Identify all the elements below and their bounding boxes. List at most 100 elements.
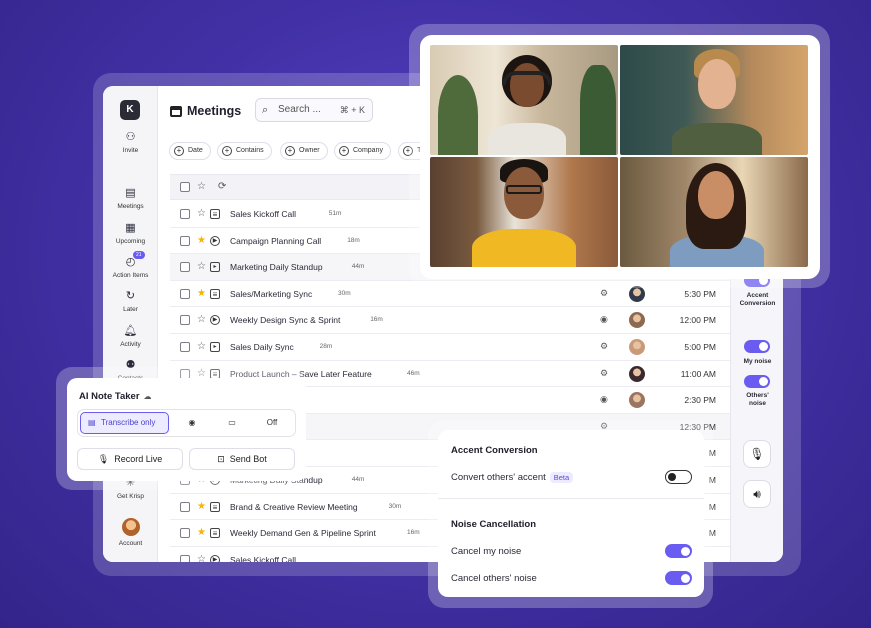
others-noise-toggle[interactable] — [744, 375, 770, 388]
participant-video-tile[interactable] — [430, 45, 618, 155]
video-option[interactable]: ▭ — [214, 412, 250, 434]
row-checkbox[interactable] — [180, 342, 190, 352]
microphone-button[interactable]: 🎙︎ — [743, 440, 771, 468]
star-icon[interactable]: ☆ — [197, 182, 206, 192]
meeting-time: 11:00 AM — [680, 368, 716, 379]
select-all-checkbox[interactable] — [180, 182, 190, 192]
option-label: Transcribe only — [101, 418, 156, 427]
star-icon[interactable]: ★ — [197, 235, 206, 246]
star-icon[interactable]: ★ — [197, 288, 206, 299]
row-checkbox[interactable] — [180, 501, 190, 512]
meeting-title[interactable]: Sales Daily Sync — [230, 342, 294, 352]
speaker-button[interactable]: 🔊︎ — [743, 480, 771, 508]
sidebar-item-label: Get Krisp — [116, 493, 145, 500]
star-icon[interactable]: ☆ — [197, 315, 206, 325]
cancel-my-noise-toggle[interactable] — [665, 544, 692, 558]
sidebar-item-label: Action Items — [112, 272, 149, 279]
refresh-icon[interactable]: ⟳ — [218, 182, 226, 192]
sidebar-item-label: Upcoming — [115, 238, 146, 245]
owner-avatar — [629, 339, 645, 355]
convert-accent-label: Convert others' accent — [451, 472, 546, 483]
search-placeholder: Search ... — [278, 104, 321, 115]
send-bot-button[interactable]: ⊡ Send Bot — [189, 448, 295, 470]
others-noise-label: Others' noise — [746, 392, 769, 407]
row-checkbox[interactable] — [180, 315, 190, 326]
row-checkbox[interactable] — [180, 209, 190, 219]
star-icon[interactable]: ☆ — [197, 342, 206, 352]
filter-owner[interactable]: + Owner — [280, 142, 328, 160]
sidebar-item-invite[interactable]: ⚇ Invite — [103, 130, 158, 154]
transcribe-only-option[interactable]: ▤ Transcribe only — [80, 412, 169, 434]
meeting-title[interactable]: Weekly Demand Gen & Pipeline Sprint — [230, 528, 376, 538]
table-row[interactable]: ☆ ▸ Sales Daily Sync 28m ⚙ 5:00 PM — [170, 334, 782, 361]
search-icon: ⌕ — [262, 104, 269, 116]
row-checkbox[interactable] — [180, 235, 190, 246]
cancel-others-noise-label: Cancel others' noise — [451, 573, 537, 584]
row-checkbox[interactable] — [180, 262, 190, 273]
table-row[interactable]: ☆ ▶ Weekly Design Sync & Sprint 16m ◉ 12:00 P… — [170, 307, 782, 334]
meeting-time: 2:30 PM — [684, 395, 716, 406]
meeting-title[interactable]: Campaign Planning Call — [230, 236, 321, 246]
meeting-duration: 46m — [407, 369, 420, 377]
row-checkbox[interactable] — [180, 288, 190, 299]
cancel-my-noise-label: Cancel my noise — [451, 546, 522, 557]
meeting-duration: 30m — [338, 289, 351, 297]
sidebar-item-activity[interactable]: 🔔︎ Activity — [103, 324, 158, 348]
search-input[interactable]: ⌕ Search ... ⌘ + K — [255, 98, 373, 122]
sidebar-item-label: Meetings — [117, 203, 144, 210]
meeting-duration: 16m — [370, 316, 383, 324]
row-checkbox[interactable] — [180, 554, 190, 562]
sidebar-item-meetings[interactable]: ▤ Meetings — [103, 186, 158, 210]
participant-video-tile[interactable] — [620, 45, 808, 155]
off-option[interactable]: Off — [254, 412, 290, 434]
transcript-icon: ≡ — [210, 528, 220, 539]
video-icon: ▸ — [210, 342, 220, 352]
star-icon[interactable]: ★ — [197, 501, 206, 512]
sidebar-item-action-items[interactable]: ◴ 21 Action Items — [103, 251, 158, 279]
video-camera-icon: ▭ — [228, 418, 236, 427]
meeting-title[interactable]: Sales Kickoff Call — [230, 209, 296, 219]
record-option[interactable]: ◉ — [174, 412, 210, 434]
my-noise-label: My noise — [743, 358, 772, 365]
meeting-duration: 16m — [407, 529, 420, 537]
meeting-title[interactable]: Sales/Marketing Sync — [230, 289, 312, 299]
record-live-button[interactable]: 🎙︎ Record Live — [77, 448, 183, 470]
star-icon[interactable]: ★ — [197, 528, 206, 538]
transcript-icon: ≡ — [210, 209, 220, 219]
star-icon[interactable]: ☆ — [197, 262, 206, 272]
meeting-title[interactable]: Sales Kickoff Call — [230, 555, 296, 562]
filter-contains[interactable]: + Contains — [217, 142, 272, 160]
my-noise-toggle[interactable] — [744, 340, 770, 353]
sidebar-item-upcoming[interactable]: ▦ Upcoming — [103, 221, 158, 245]
transcript-icon: ≡ — [210, 288, 220, 299]
row-checkbox[interactable] — [180, 528, 190, 539]
ai-note-taker-heading: AI Note Taker ☁ — [79, 391, 152, 402]
upcoming-icon: ▦ — [125, 222, 136, 234]
filter-company[interactable]: + Company — [334, 142, 391, 160]
cancel-others-noise-toggle[interactable] — [665, 571, 692, 585]
meetings-icon: ▤ — [125, 187, 136, 199]
recording-icon: ▶ — [210, 235, 220, 246]
meeting-time: 12:00 PM — [679, 315, 716, 326]
owner-avatar — [629, 365, 645, 382]
processing-icon: ⚙ — [600, 367, 609, 378]
sidebar-item-later[interactable]: ↻ Later — [103, 289, 158, 313]
workspace-logo[interactable]: K — [120, 100, 140, 120]
document-icon: ▤ — [88, 418, 96, 427]
meeting-title[interactable]: Marketing Daily Standup — [230, 262, 323, 272]
meeting-duration: 51m — [328, 210, 342, 217]
meeting-time: 5:00 PM — [684, 342, 716, 352]
convert-accent-toggle[interactable] — [665, 470, 692, 484]
meeting-title[interactable]: Brand & Creative Review Meeting — [230, 502, 358, 512]
filter-label: Owner — [299, 147, 320, 154]
star-icon[interactable]: ☆ — [197, 209, 206, 219]
star-icon[interactable]: ☆ — [197, 554, 206, 562]
participant-video-tile[interactable] — [430, 157, 618, 267]
meeting-duration: 18m — [347, 236, 360, 244]
processing-icon: ⚙ — [600, 341, 609, 351]
filter-date[interactable]: + Date — [169, 142, 211, 160]
sidebar-item-account[interactable]: Account — [103, 518, 158, 547]
meeting-title[interactable]: Weekly Design Sync & Sprint — [230, 315, 340, 325]
participant-video-tile[interactable] — [620, 157, 808, 267]
plus-icon: + — [174, 146, 184, 156]
